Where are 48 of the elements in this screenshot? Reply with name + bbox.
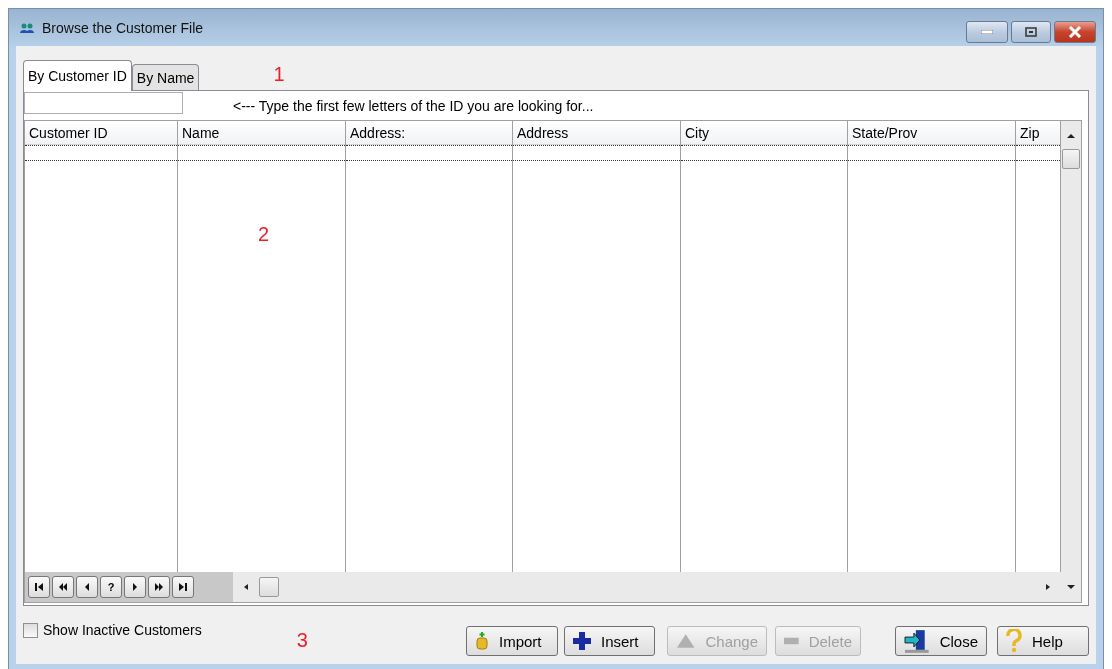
tab[interactable]: By Customer ID	[23, 60, 132, 91]
plus-icon	[573, 632, 591, 650]
focus-row-cell[interactable]	[513, 145, 680, 161]
prev-page-icon	[58, 582, 68, 592]
annotation-number: 1	[273, 62, 285, 86]
triangle-icon	[676, 633, 696, 649]
focus-row-cell[interactable]	[346, 145, 512, 161]
search-hint: <--- Type the first few letters of the ID you are looking for...	[233, 97, 594, 114]
scroll-thumb[interactable]	[1062, 149, 1080, 169]
close-button[interactable]: Close	[895, 626, 987, 656]
nav-button[interactable]	[148, 576, 170, 598]
window-title: Browse the Customer File	[42, 19, 204, 36]
scroll-thumb[interactable]	[259, 577, 279, 597]
help-button[interactable]: Help	[997, 626, 1089, 656]
last-icon	[178, 582, 188, 592]
checkbox[interactable]	[23, 622, 38, 638]
nav-button[interactable]	[52, 576, 74, 598]
nav-button[interactable]: ?	[100, 576, 122, 598]
annotation-number: 3	[296, 628, 308, 652]
maximize-button[interactable]	[1011, 21, 1051, 43]
minus-icon	[784, 637, 799, 645]
focus-row-cell[interactable]	[848, 145, 1015, 161]
nav-button[interactable]	[124, 576, 146, 598]
next-icon	[130, 582, 140, 592]
nav-button[interactable]	[28, 576, 50, 598]
annotation-number: 2	[258, 223, 270, 245]
exit-door-icon	[904, 628, 930, 654]
next-page-icon	[154, 582, 164, 592]
minimize-icon	[981, 30, 993, 34]
people-icon	[20, 22, 34, 33]
close-window-button[interactable]	[1054, 21, 1096, 43]
jar-icon	[475, 632, 489, 650]
search-field[interactable]	[24, 91, 183, 114]
nav-button[interactable]	[76, 576, 98, 598]
checkbox-label: Show Inactive Customers	[43, 622, 202, 638]
maximize-icon	[1025, 27, 1037, 37]
nav-button[interactable]	[172, 576, 194, 598]
tab[interactable]: By Name	[131, 64, 200, 90]
focus-row-cell[interactable]	[178, 145, 345, 161]
close-icon	[1068, 26, 1082, 38]
minimize-button[interactable]	[966, 21, 1008, 43]
focus-row-cell[interactable]	[681, 145, 847, 161]
focus-row-cell[interactable]	[25, 145, 177, 161]
insert-button[interactable]: Insert	[564, 626, 655, 656]
question-mark-icon	[1006, 629, 1022, 653]
first-icon	[34, 582, 44, 592]
focus-row-cell[interactable]	[1016, 145, 1060, 161]
import-button[interactable]: Import	[466, 626, 558, 656]
